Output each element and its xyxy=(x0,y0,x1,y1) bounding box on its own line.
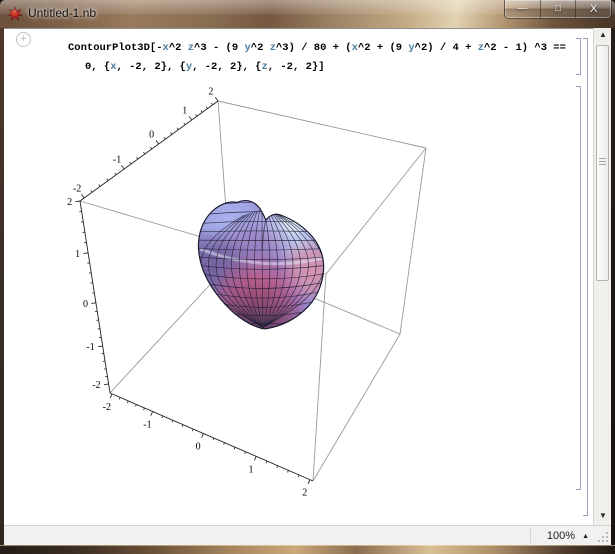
zoom-caret-icon: ▲ xyxy=(582,532,589,540)
svg-text:0: 0 xyxy=(196,441,201,452)
window-right-border xyxy=(611,28,615,545)
svg-text:2: 2 xyxy=(302,488,307,499)
contour-plot-3d[interactable]: -2-1012210-1-2-2-1012 xyxy=(4,29,593,526)
svg-text:1: 1 xyxy=(248,464,253,475)
window-title: Untitled-1.nb xyxy=(28,6,97,20)
close-button[interactable]: X xyxy=(576,0,611,18)
notebook-content[interactable]: + ContourPlot3D[-x^2 z^3 - (9 y^2 z^3) /… xyxy=(4,28,593,525)
svg-text:0: 0 xyxy=(149,129,154,140)
scrollbar-thumb-grip-icon xyxy=(599,158,606,167)
window-titlebar[interactable]: Untitled-1.nb — □ X xyxy=(0,0,615,28)
window-controls: — □ X xyxy=(504,0,612,19)
svg-text:-1: -1 xyxy=(113,154,121,165)
svg-text:-2: -2 xyxy=(92,380,100,391)
window-bottom-border xyxy=(0,545,615,554)
zoom-level: 100% xyxy=(546,530,576,542)
svg-text:2: 2 xyxy=(67,197,72,208)
svg-text:-2: -2 xyxy=(73,183,81,194)
svg-text:-1: -1 xyxy=(86,342,94,353)
maximize-button[interactable]: □ xyxy=(541,0,577,18)
mathematica-spikey-icon xyxy=(8,7,22,21)
cell-group-bracket[interactable] xyxy=(583,38,588,516)
scrollbar-thumb[interactable] xyxy=(596,45,609,281)
minimize-button[interactable]: — xyxy=(505,0,541,18)
svg-text:1: 1 xyxy=(182,105,187,116)
output-cell-bracket[interactable] xyxy=(576,86,581,490)
svg-text:2: 2 xyxy=(208,86,213,97)
resize-grip[interactable] xyxy=(598,532,608,542)
vertical-scrollbar[interactable]: ▲ ▼ xyxy=(593,28,611,525)
status-separator xyxy=(530,528,531,543)
svg-text:0: 0 xyxy=(83,299,88,310)
status-bar: 100% ▲ xyxy=(4,525,611,545)
input-cell-bracket[interactable] xyxy=(576,38,581,75)
svg-text:-1: -1 xyxy=(143,419,151,430)
scroll-up-arrow-icon[interactable]: ▲ xyxy=(594,28,612,42)
mathematica-window: Untitled-1.nb — □ X + ContourPlot3D[-x^2… xyxy=(0,0,615,554)
scroll-down-arrow-icon[interactable]: ▼ xyxy=(594,509,612,523)
svg-text:-2: -2 xyxy=(103,402,111,413)
zoom-control[interactable]: 100% ▲ xyxy=(547,526,589,546)
svg-text:1: 1 xyxy=(75,249,80,260)
